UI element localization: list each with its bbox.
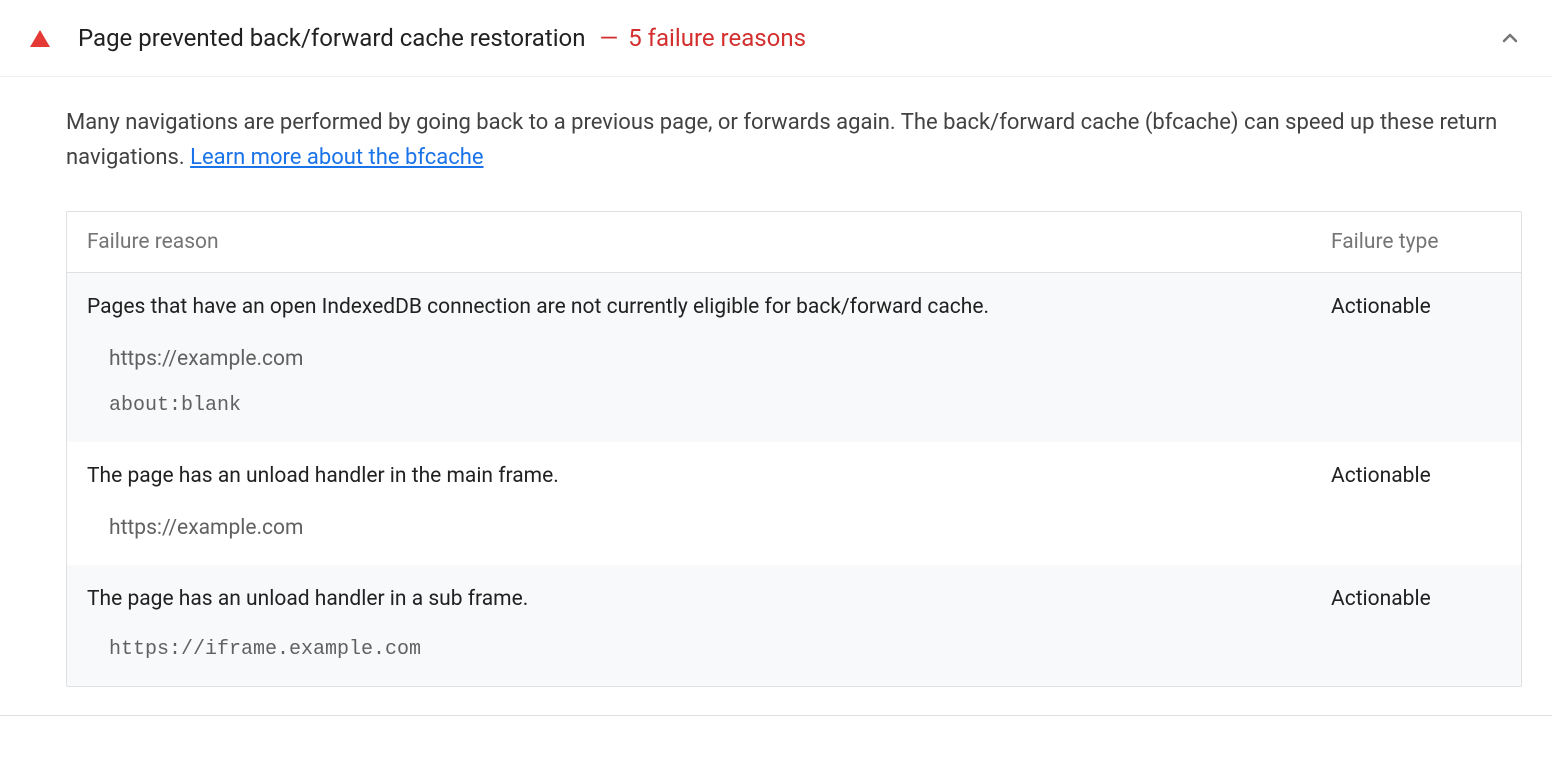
table-row: Pages that have an open IndexedDB connec… <box>67 273 1521 442</box>
failure-type: Actionable <box>1331 587 1501 611</box>
audit-body: Many navigations are performed by going … <box>0 77 1552 715</box>
url-list: https://example.com <box>87 514 1501 543</box>
reason-text: The page has an unload handler in a sub … <box>87 585 1331 614</box>
table-row: The page has an unload handler in the ma… <box>67 442 1521 565</box>
table-row-top: Pages that have an open IndexedDB connec… <box>87 293 1501 322</box>
warning-triangle-icon <box>30 30 50 47</box>
audit-container: Page prevented back/forward cache restor… <box>0 0 1552 716</box>
col-header-reason: Failure reason <box>87 230 1331 254</box>
chevron-up-icon[interactable] <box>1498 26 1522 50</box>
dash-separator: — <box>599 24 618 52</box>
failure-type: Actionable <box>1331 295 1501 319</box>
failure-summary: 5 failure reasons <box>628 24 806 52</box>
failure-type: Actionable <box>1331 464 1501 488</box>
url-item: about:blank <box>109 392 1501 420</box>
url-item: https://example.com <box>109 514 1501 543</box>
learn-more-link[interactable]: Learn more about the bfcache <box>190 145 483 170</box>
col-header-type: Failure type <box>1331 230 1501 254</box>
table-body: Pages that have an open IndexedDB connec… <box>67 273 1521 686</box>
table-header: Failure reason Failure type <box>67 212 1521 273</box>
audit-title: Page prevented back/forward cache restor… <box>78 24 585 52</box>
url-list: https://iframe.example.com <box>87 636 1501 664</box>
table-row: The page has an unload handler in a sub … <box>67 565 1521 686</box>
failure-table: Failure reason Failure type Pages that h… <box>66 211 1522 687</box>
table-row-top: The page has an unload handler in the ma… <box>87 462 1501 491</box>
reason-text: Pages that have an open IndexedDB connec… <box>87 293 1331 322</box>
audit-description: Many navigations are performed by going … <box>66 105 1522 175</box>
url-item: https://iframe.example.com <box>109 636 1501 664</box>
url-item: https://example.com <box>109 345 1501 374</box>
reason-text: The page has an unload handler in the ma… <box>87 462 1331 491</box>
table-row-top: The page has an unload handler in a sub … <box>87 585 1501 614</box>
audit-header[interactable]: Page prevented back/forward cache restor… <box>0 0 1552 77</box>
url-list: https://example.com about:blank <box>87 345 1501 420</box>
